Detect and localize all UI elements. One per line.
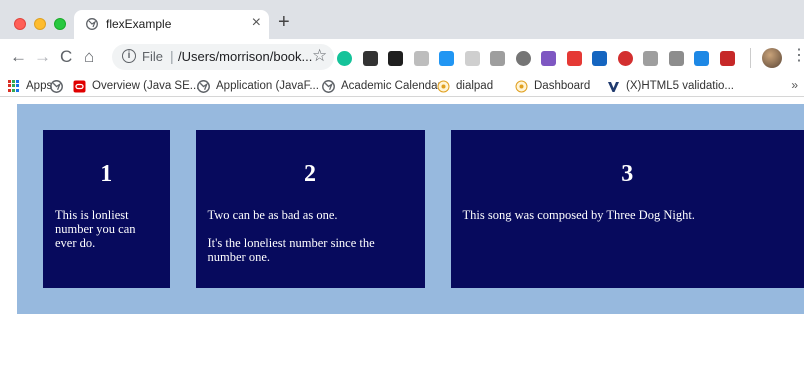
shield-extension-icon[interactable] [414,51,429,66]
extension-blue-square-icon[interactable] [592,51,607,66]
bookmark-javafx-application[interactable]: Application (JavaF... [197,78,319,94]
browser-tab[interactable]: flexExample × [74,10,269,39]
tab-strip: flexExample × + [0,0,804,39]
bookmark-label: Academic Calendar [341,80,442,92]
bookmark-apps[interactable]: Apps [8,78,52,94]
flex-container: 1 This is lonliest number you can ever d… [17,104,804,314]
item-paragraph: This song was composed by Three Dog Nigh… [462,208,695,222]
address-bar[interactable]: i File | /Users/morrison/book... [112,44,334,70]
extension-circle-icon[interactable] [516,51,531,66]
globe-icon [50,79,63,93]
tab-title: flexExample [106,17,172,31]
toolbar-divider [750,48,751,68]
page-viewport: 1 This is lonliest number you can ever d… [0,97,804,383]
bookmark-globe[interactable] [50,78,69,94]
menu-kebab-icon[interactable]: ⋮ [791,48,804,64]
forward-button[interactable]: → [34,48,51,65]
extension-dark-icon[interactable] [363,51,378,66]
address-scheme-label: File [142,49,163,64]
close-window-button[interactable] [14,18,26,30]
extension-red-circle-icon[interactable] [618,51,633,66]
home-button[interactable]: ⌂ [84,48,94,65]
bookmark-star-icon[interactable]: ☆ [312,47,327,64]
address-separator: | [170,48,174,64]
bookmark-label: (X)HTML5 validatio... [626,80,735,92]
reload-button[interactable]: C [60,48,72,65]
item-number: 3 [621,161,634,187]
globe-icon [197,79,210,93]
info-icon[interactable]: i [122,49,136,63]
oracle-icon [73,80,86,92]
dialpad-icon [437,80,450,92]
extension-grey-icon[interactable] [465,51,480,66]
extension-n-icon[interactable] [669,51,684,66]
extension-grey-square-icon[interactable] [643,51,658,66]
tab-close-icon[interactable]: × [252,15,261,31]
profile-avatar[interactable] [762,48,782,68]
item-paragraph: Two can be as bad as one. [207,208,338,222]
grammarly-icon[interactable] [337,51,352,66]
item-paragraph: This is lonliest number you can ever do. [55,208,136,250]
item-number: 1 [100,161,113,187]
bookmarks-overflow-icon[interactable]: » [791,78,798,92]
apps-grid-icon [8,80,20,92]
extension-red-box-icon[interactable] [720,51,735,66]
extension-v-icon[interactable] [388,51,403,66]
globe-icon [86,18,98,30]
dashboard-icon [515,80,528,92]
bookmark-label: Dashboard [534,80,591,92]
bookmark-academic-calendar[interactable]: Academic Calendar [322,78,441,94]
maximize-window-button[interactable] [54,18,66,30]
bookmark-dialpad[interactable]: dialpad [437,78,493,94]
extension-blue-icon[interactable] [439,51,454,66]
bookmark-label: Apps [26,80,53,92]
bookmark-html5-validator[interactable]: (X)HTML5 validatio... [607,78,734,94]
bookmark-label: dialpad [456,80,494,92]
extension-s-icon[interactable] [694,51,709,66]
minimize-window-button[interactable] [34,18,46,30]
back-button[interactable]: ← [10,48,27,65]
flex-item-2: 2 Two can be as bad as one. It's the lon… [195,130,425,288]
item-paragraph: It's the loneliest number since the numb… [207,236,375,264]
extension-red-play-icon[interactable] [567,51,582,66]
bookmark-label: Overview (Java SE... [92,80,200,92]
address-url[interactable]: /Users/morrison/book... [178,49,312,64]
globe-icon [322,79,335,93]
bookmarks-bar: Apps Overview (Java SE... Application (J… [0,75,804,97]
flex-item-1: 1 This is lonliest number you can ever d… [43,130,170,288]
extension-pencil-icon[interactable] [541,51,556,66]
bookmark-java-overview[interactable]: Overview (Java SE... [73,78,199,94]
bookmark-label: Application (JavaF... [216,80,319,92]
flex-item-3: 3 This song was composed by Three Dog Ni… [450,130,804,288]
bookmark-dashboard[interactable]: Dashboard [515,78,590,94]
extension-ls-icon[interactable] [490,51,505,66]
validator-icon [608,81,619,92]
new-tab-button[interactable]: + [278,12,290,32]
item-number: 2 [304,161,317,187]
